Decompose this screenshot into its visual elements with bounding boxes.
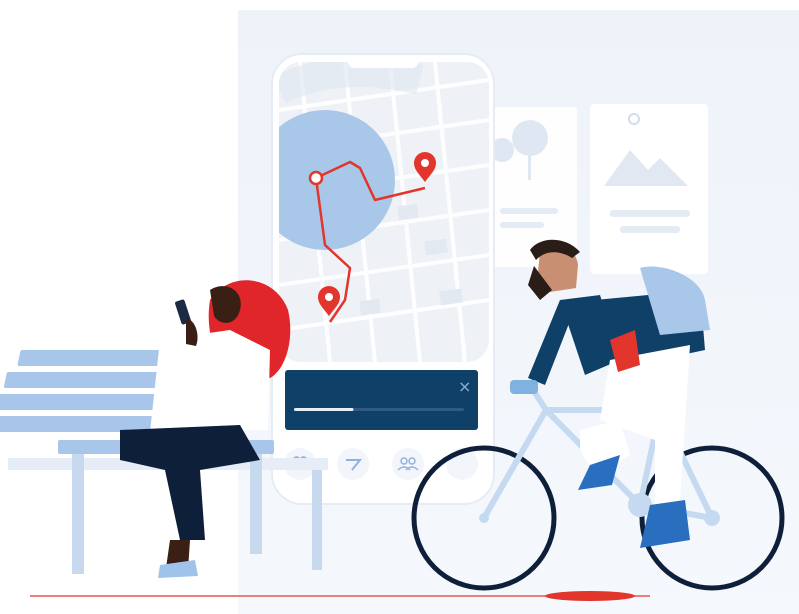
bike-route-button[interactable]	[337, 448, 369, 480]
route-start-dot	[308, 170, 324, 186]
phone	[271, 53, 495, 505]
people-button[interactable]	[392, 448, 424, 480]
ground-shadow	[545, 591, 635, 601]
illustration-scene: ×	[0, 0, 799, 614]
close-icon[interactable]: ×	[458, 377, 471, 396]
notification-card: ×	[285, 370, 478, 430]
map	[279, 62, 489, 362]
illustration-svg: ×	[0, 10, 799, 614]
progress-fill	[294, 408, 354, 411]
background-card-mountain	[590, 104, 708, 274]
